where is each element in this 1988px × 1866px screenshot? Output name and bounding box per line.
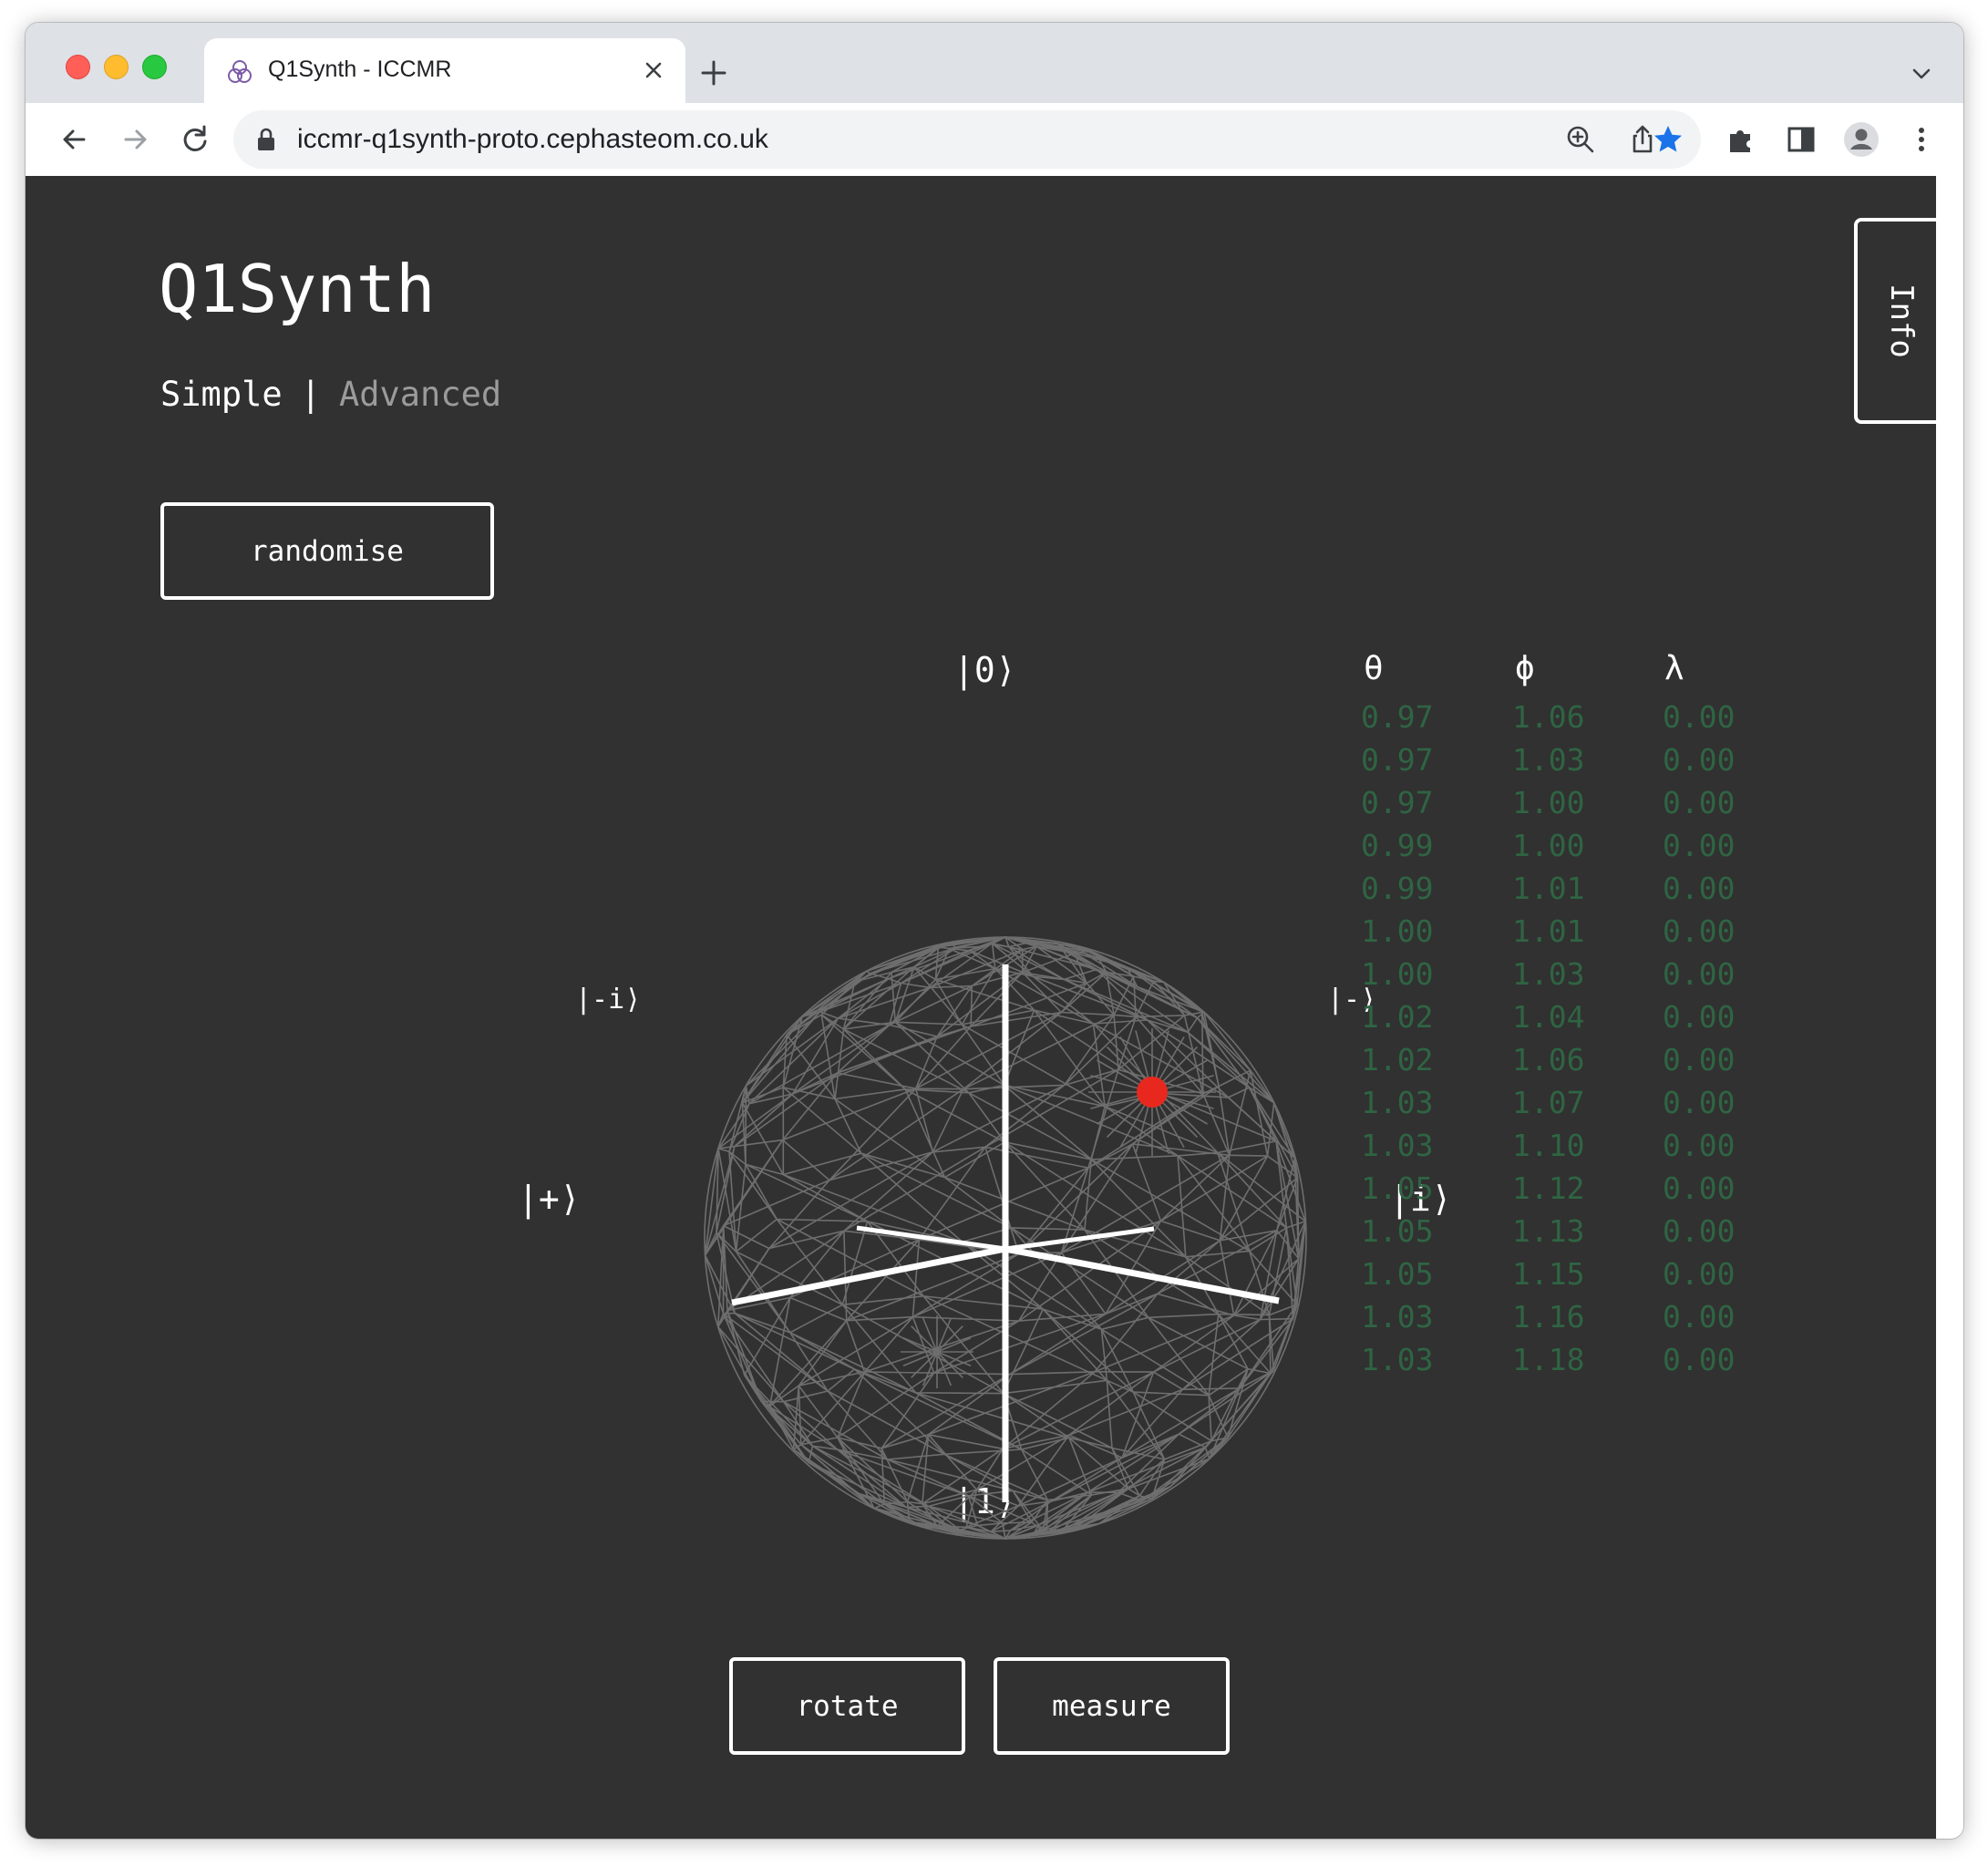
puzzle-icon[interactable] [1723,121,1759,158]
mode-separator: | [300,375,321,414]
history-value: 0.00 [1663,1213,1736,1249]
history-value: 1.04 [1512,999,1585,1035]
history-value: 1.03 [1361,1128,1434,1163]
history-value: 0.00 [1663,1256,1736,1292]
history-value: 0.00 [1663,828,1736,863]
forward-arrow-icon[interactable] [117,121,153,158]
history-value: 1.03 [1361,1342,1434,1377]
kebab-menu-icon[interactable] [1903,121,1940,158]
history-value: 1.05 [1361,1213,1434,1249]
y-axis-line [1004,1245,1280,1304]
profile-icon[interactable] [1843,121,1880,158]
theta-history-column: 0.97 0.97 0.97 0.99 0.99 1.00 1.00 1.02 1.02 1.03… [1361,696,1433,1381]
history-value: 0.00 [1663,1128,1736,1163]
history-value: 1.18 [1512,1342,1585,1377]
zoom-icon[interactable] [1564,123,1597,156]
history-value: 1.00 [1512,785,1585,820]
tab-favicon-icon [228,60,252,83]
theta-header: θ [1364,650,1384,687]
history-value: 1.00 [1361,956,1434,992]
star-icon[interactable] [1652,123,1684,156]
close-window-button[interactable] [66,55,90,79]
history-value: 0.99 [1361,828,1434,863]
lambda-history-column: 0.00 0.00 0.00 0.00 0.00 0.00 0.00 0.00 0.00 0.00… [1663,696,1735,1381]
history-value: 1.06 [1512,1042,1585,1077]
history-value: 1.13 [1512,1213,1585,1249]
history-value: 1.10 [1512,1128,1585,1163]
history-value: 1.16 [1512,1299,1585,1335]
history-value: 1.12 [1512,1170,1585,1206]
history-value: 1.03 [1512,742,1585,778]
sidebar-icon[interactable] [1783,121,1819,158]
reload-icon[interactable] [177,121,213,158]
history-value: 1.03 [1512,956,1585,992]
history-value: 0.00 [1663,785,1736,820]
rotate-button[interactable]: rotate [729,1657,965,1755]
app-page: Q1Synth Simple | Advanced randomise Info |… [26,176,1936,1839]
history-value: 1.01 [1512,913,1585,949]
history-value: 0.00 [1663,1085,1736,1120]
measure-button[interactable]: measure [994,1657,1230,1755]
page-title: Q1Synth [159,251,436,327]
history-value: 1.00 [1512,828,1585,863]
tab-strip: Q1Synth - ICCMR [26,23,1963,103]
history-value: 0.00 [1663,913,1736,949]
history-value: 1.05 [1361,1256,1434,1292]
history-value: 1.05 [1361,1170,1434,1206]
mode-switcher: Simple | Advanced [160,375,501,414]
history-value: 0.00 [1663,1342,1736,1377]
history-value: 0.97 [1361,742,1434,778]
history-value: 0.00 [1663,742,1736,778]
plus-icon[interactable] [698,57,729,88]
history-value: 1.06 [1512,699,1585,735]
history-value: 0.00 [1663,999,1736,1035]
ket-minus-i-label: |-i⟩ [575,984,642,1015]
history-value: 0.97 [1361,785,1434,820]
lock-icon[interactable] [255,128,277,151]
ket-zero-label: |0⟩ [953,650,1016,690]
randomise-button[interactable]: randomise [160,502,494,600]
history-value: 0.00 [1663,1170,1736,1206]
history-value: 0.97 [1361,699,1434,735]
tab-active[interactable]: Q1Synth - ICCMR [204,38,685,103]
zoom-window-button[interactable] [142,55,167,79]
history-value: 0.00 [1663,1299,1736,1335]
y-axis-far [856,1225,1006,1252]
history-value: 1.00 [1361,913,1434,949]
history-value: 0.00 [1663,871,1736,906]
tab-title: Q1Synth - ICCMR [268,57,452,82]
page-scrollbar[interactable] [1936,176,1963,1839]
back-arrow-icon[interactable] [57,121,93,158]
history-value: 1.01 [1512,871,1585,906]
ket-plus-label: |+⟩ [518,1179,581,1219]
info-tab[interactable]: Info [1854,218,1936,424]
history-value: 0.00 [1663,699,1736,735]
history-value: 1.03 [1361,1299,1434,1335]
mode-simple-link[interactable]: Simple [160,375,283,414]
browser-window: Q1Synth - ICCMR iccmr-q1synth-proto.ceph… [26,23,1963,1839]
info-label: Info [1883,284,1920,358]
lambda-header: λ [1664,650,1684,687]
history-value: 0.00 [1663,1042,1736,1077]
history-value: 0.99 [1361,871,1434,906]
bloch-sphere[interactable] [682,923,1320,1562]
url-text[interactable]: iccmr-q1synth-proto.cephasteom.co.uk [297,124,768,155]
phi-header: ϕ [1515,650,1535,687]
address-bar[interactable]: iccmr-q1synth-proto.cephasteom.co.uk [233,110,1701,169]
close-icon[interactable] [642,58,665,82]
chevron-down-icon[interactable] [1909,61,1934,87]
history-value: 0.00 [1663,956,1736,992]
browser-toolbar: iccmr-q1synth-proto.cephasteom.co.uk [26,103,1963,177]
minimize-window-button[interactable] [104,55,129,79]
history-value: 1.02 [1361,999,1434,1035]
state-point [1137,1077,1168,1108]
history-value: 1.03 [1361,1085,1434,1120]
history-value: 1.15 [1512,1256,1585,1292]
mode-advanced-link[interactable]: Advanced [339,375,501,414]
phi-history-column: 1.06 1.03 1.00 1.00 1.01 1.01 1.03 1.04 1.06 1.07… [1512,696,1584,1381]
history-value: 1.02 [1361,1042,1434,1077]
history-value: 1.07 [1512,1085,1585,1120]
